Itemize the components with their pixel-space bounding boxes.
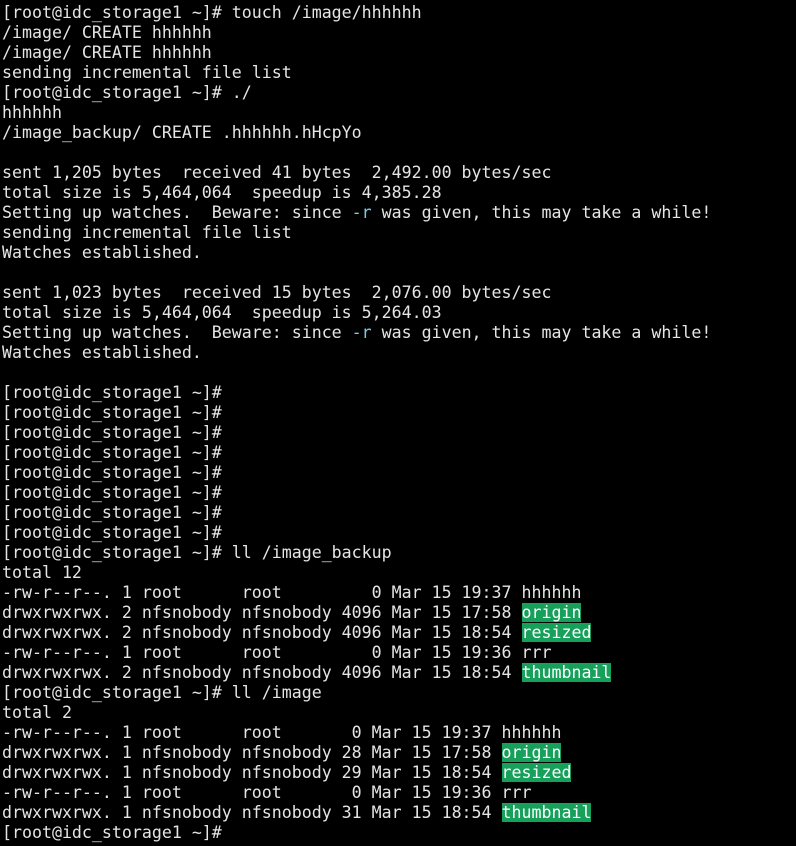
terminal-text: -rw-r--r--. 1 root root 0 Mar 15 19:37 h… <box>2 723 562 742</box>
terminal-text: [root@idc_storage1 ~]# <box>2 443 222 462</box>
terminal-text: [root@idc_storage1 ~]# <box>2 383 222 402</box>
terminal-line: [root@idc_storage1 ~]# ll /image <box>2 683 796 703</box>
terminal-line: drwxrwxrwx. 2 nfsnobody nfsnobody 4096 M… <box>2 663 796 683</box>
terminal-text: Setting up watches. Beware: since <box>2 323 352 342</box>
terminal-line: total size is 5,464,064 speedup is 4,385… <box>2 183 796 203</box>
terminal-text: Watches established. <box>2 243 202 262</box>
terminal-text: [root@idc_storage1 ~]# <box>2 483 222 502</box>
terminal-text: [root@idc_storage1 ~]# <box>2 523 222 542</box>
terminal-text: drwxrwxrwx. 2 nfsnobody nfsnobody 4096 M… <box>2 623 522 642</box>
terminal-line: drwxrwxrwx. 1 nfsnobody nfsnobody 29 Mar… <box>2 763 796 783</box>
terminal-line: [root@idc_storage1 ~]# <box>2 523 796 543</box>
directory-name: origin <box>501 743 562 762</box>
terminal-line: drwxrwxrwx. 2 nfsnobody nfsnobody 4096 M… <box>2 623 796 643</box>
terminal-text: /image_backup/ CREATE .hhhhhh.hHcpYo <box>2 123 362 142</box>
terminal-text: sent 1,023 bytes received 15 bytes 2,076… <box>2 283 552 302</box>
terminal-line: sending incremental file list <box>2 63 796 83</box>
directory-name: thumbnail <box>521 663 612 682</box>
terminal-line: -rw-r--r--. 1 root root 0 Mar 15 19:37 h… <box>2 583 796 603</box>
terminal-text: total size is 5,464,064 speedup is 5,264… <box>2 303 442 322</box>
terminal-line: [root@idc_storage1 ~]# <box>2 443 796 463</box>
terminal-text: -rw-r--r--. 1 root root 0 Mar 15 19:36 r… <box>2 643 552 662</box>
terminal-text: sending incremental file list <box>2 63 292 82</box>
terminal-line: sent 1,205 bytes received 41 bytes 2,492… <box>2 163 796 183</box>
terminal-text: sending incremental file list <box>2 223 292 242</box>
terminal-text: [root@idc_storage1 ~]# <box>2 403 222 422</box>
directory-name: resized <box>521 623 592 642</box>
directory-name: resized <box>501 763 572 782</box>
terminal-text: -rw-r--r--. 1 root root 0 Mar 15 19:36 r… <box>2 783 532 802</box>
terminal-line: drwxrwxrwx. 1 nfsnobody nfsnobody 31 Mar… <box>2 803 796 823</box>
terminal-line: hhhhhh <box>2 103 796 123</box>
terminal-text: -rw-r--r--. 1 root root 0 Mar 15 19:37 h… <box>2 583 582 602</box>
terminal-line: [root@idc_storage1 ~]# touch /image/hhhh… <box>2 3 796 23</box>
terminal-line: Watches established. <box>2 243 796 263</box>
terminal-line: drwxrwxrwx. 1 nfsnobody nfsnobody 28 Mar… <box>2 743 796 763</box>
terminal-line: -rw-r--r--. 1 root root 0 Mar 15 19:36 r… <box>2 783 796 803</box>
terminal-text: total 2 <box>2 703 72 722</box>
terminal-line: total 12 <box>2 563 796 583</box>
terminal-text: [root@idc_storage1 ~]# <box>2 463 222 482</box>
terminal-line: [root@idc_storage1 ~]# ./ <box>2 83 796 103</box>
terminal-cursor <box>222 826 231 844</box>
terminal-text: [root@idc_storage1 ~]# ll /image_backup <box>2 543 392 562</box>
terminal-text: drwxrwxrwx. 1 nfsnobody nfsnobody 29 Mar… <box>2 763 502 782</box>
directory-name: thumbnail <box>501 803 592 822</box>
terminal-line: [root@idc_storage1 ~]# <box>2 823 796 843</box>
terminal-line: total size is 5,464,064 speedup is 5,264… <box>2 303 796 323</box>
terminal-line: /image/ CREATE hhhhhh <box>2 43 796 63</box>
terminal-line: -rw-r--r--. 1 root root 0 Mar 15 19:36 r… <box>2 643 796 663</box>
terminal-line: total 2 <box>2 703 796 723</box>
terminal-text: [root@idc_storage1 ~]# ll /image <box>2 683 322 702</box>
terminal-line: -rw-r--r--. 1 root root 0 Mar 15 19:37 h… <box>2 723 796 743</box>
terminal-text: [root@idc_storage1 ~]# <box>2 823 222 842</box>
terminal-line: [root@idc_storage1 ~]# <box>2 383 796 403</box>
terminal-line: [root@idc_storage1 ~]# <box>2 403 796 423</box>
terminal-text: hhhhhh <box>2 103 62 122</box>
terminal-line: [root@idc_storage1 ~]# ll /image_backup <box>2 543 796 563</box>
terminal-text: was given, this may take a while! <box>371 203 712 222</box>
terminal-line: [root@idc_storage1 ~]# <box>2 503 796 523</box>
terminal-text: Watches established. <box>2 343 202 362</box>
terminal-line: /image_backup/ CREATE .hhhhhh.hHcpYo <box>2 123 796 143</box>
terminal-text: [root@idc_storage1 ~]# ./ <box>2 83 252 102</box>
terminal-text: drwxrwxrwx. 2 nfsnobody nfsnobody 4096 M… <box>2 603 522 622</box>
terminal-text: was given, this may take a while! <box>371 323 712 342</box>
option-flag: -r <box>351 323 372 342</box>
terminal-line: Setting up watches. Beware: since -r was… <box>2 323 796 343</box>
terminal-line: sending incremental file list <box>2 223 796 243</box>
terminal-window[interactable]: [root@idc_storage1 ~]# touch /image/hhhh… <box>0 0 796 846</box>
option-flag: -r <box>351 203 372 222</box>
terminal-text: sent 1,205 bytes received 41 bytes 2,492… <box>2 163 552 182</box>
terminal-line: [root@idc_storage1 ~]# <box>2 483 796 503</box>
terminal-line: [root@idc_storage1 ~]# <box>2 463 796 483</box>
terminal-line: sent 1,023 bytes received 15 bytes 2,076… <box>2 283 796 303</box>
terminal-text: [root@idc_storage1 ~]# <box>2 503 222 522</box>
terminal-line: Setting up watches. Beware: since -r was… <box>2 203 796 223</box>
terminal-line: [root@idc_storage1 ~]# <box>2 423 796 443</box>
terminal-line: /image/ CREATE hhhhhh <box>2 23 796 43</box>
terminal-line: drwxrwxrwx. 2 nfsnobody nfsnobody 4096 M… <box>2 603 796 623</box>
terminal-text: /image/ CREATE hhhhhh <box>2 43 212 62</box>
terminal-text: Setting up watches. Beware: since <box>2 203 352 222</box>
terminal-text: total size is 5,464,064 speedup is 4,385… <box>2 183 442 202</box>
terminal-text: drwxrwxrwx. 1 nfsnobody nfsnobody 28 Mar… <box>2 743 502 762</box>
terminal-text: [root@idc_storage1 ~]# touch /image/hhhh… <box>2 3 422 22</box>
terminal-text: [root@idc_storage1 ~]# <box>2 423 222 442</box>
directory-name: origin <box>521 603 582 622</box>
terminal-text: /image/ CREATE hhhhhh <box>2 23 212 42</box>
terminal-text: drwxrwxrwx. 2 nfsnobody nfsnobody 4096 M… <box>2 663 522 682</box>
terminal-text: total 12 <box>2 563 82 582</box>
terminal-line: Watches established. <box>2 343 796 363</box>
terminal-text: drwxrwxrwx. 1 nfsnobody nfsnobody 31 Mar… <box>2 803 502 822</box>
